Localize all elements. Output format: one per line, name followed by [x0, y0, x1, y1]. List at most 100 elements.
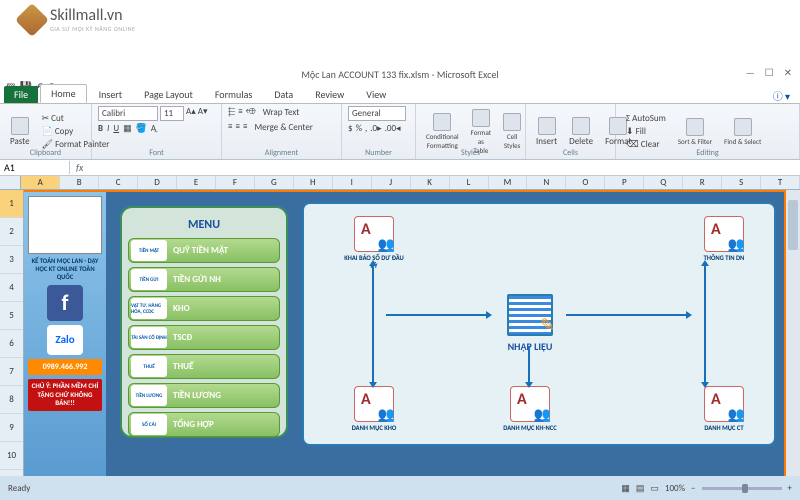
- align-left-button[interactable]: ≡: [228, 121, 232, 134]
- conditional-formatting-button[interactable]: Conditional Formatting: [422, 113, 463, 150]
- underline-button[interactable]: U: [113, 123, 119, 134]
- align-bottom-button[interactable]: ⬲: [246, 106, 256, 119]
- increase-decimal-button[interactable]: .0▸: [370, 123, 381, 134]
- wrap-text-button[interactable]: Wrap Text: [259, 106, 304, 119]
- col-Q[interactable]: Q: [644, 176, 683, 189]
- facebook-icon[interactable]: f: [47, 285, 83, 321]
- col-I[interactable]: I: [333, 176, 372, 189]
- row-1[interactable]: 1: [0, 190, 23, 218]
- menu-item-tien-gui-nh[interactable]: TIỀN GỬITIỀN GỬI NH: [128, 267, 280, 292]
- fx-icon[interactable]: fx: [70, 161, 89, 174]
- menu-item-kho[interactable]: VẬT TƯ, HÀNG HÓA, CCDCKHO: [128, 296, 280, 321]
- bold-button[interactable]: B: [98, 123, 103, 134]
- currency-button[interactable]: $: [348, 123, 353, 134]
- tab-formulas[interactable]: Formulas: [205, 86, 262, 103]
- percent-button[interactable]: %: [356, 123, 362, 134]
- tab-file[interactable]: File: [4, 86, 38, 103]
- row-5[interactable]: 5: [0, 302, 23, 330]
- col-O[interactable]: O: [566, 176, 605, 189]
- col-F[interactable]: F: [216, 176, 255, 189]
- col-A[interactable]: A: [21, 176, 60, 189]
- col-R[interactable]: R: [683, 176, 722, 189]
- col-S[interactable]: S: [722, 176, 761, 189]
- col-C[interactable]: C: [99, 176, 138, 189]
- tab-review[interactable]: Review: [305, 86, 354, 103]
- node-danh-muc-kho[interactable]: DANH MỤC KHO: [344, 386, 404, 432]
- menu-item-tscd[interactable]: TÀI SẢN CỐ ĐỊNHTSCĐ: [128, 325, 280, 350]
- tab-home[interactable]: Home: [40, 84, 86, 103]
- find-select-button[interactable]: Find & Select: [720, 118, 765, 146]
- row-4[interactable]: 4: [0, 274, 23, 302]
- col-K[interactable]: K: [411, 176, 450, 189]
- col-N[interactable]: N: [527, 176, 566, 189]
- col-G[interactable]: G: [255, 176, 294, 189]
- number-format-select[interactable]: General: [348, 106, 406, 121]
- zoom-in-button[interactable]: +: [788, 483, 792, 494]
- col-J[interactable]: J: [372, 176, 411, 189]
- view-normal-button[interactable]: ▦: [621, 483, 630, 494]
- col-D[interactable]: D: [138, 176, 177, 189]
- align-center-button[interactable]: ≡: [235, 121, 239, 134]
- row-2[interactable]: 2: [0, 218, 23, 246]
- tab-data[interactable]: Data: [264, 86, 303, 103]
- font-family-select[interactable]: Calibri: [98, 106, 158, 121]
- menu-item-quy-tien-mat[interactable]: TIỀN MẶTQUỸ TIỀN MẶT: [128, 238, 280, 263]
- vertical-scrollbar[interactable]: [786, 190, 800, 476]
- select-all-button[interactable]: [0, 176, 21, 189]
- col-P[interactable]: P: [605, 176, 644, 189]
- zoom-out-button[interactable]: −: [691, 483, 695, 494]
- node-thong-tin-dn[interactable]: THÔNG TIN DN: [694, 216, 754, 262]
- border-button[interactable]: ▦: [123, 123, 132, 134]
- maximize-button[interactable]: ☐: [765, 66, 774, 79]
- view-break-button[interactable]: ▭: [650, 483, 659, 494]
- minimize-button[interactable]: —: [746, 66, 755, 79]
- row-7[interactable]: 7: [0, 358, 23, 386]
- row-10[interactable]: 10: [0, 442, 23, 470]
- italic-button[interactable]: I: [107, 123, 109, 134]
- autosum-button[interactable]: Σ AutoSum: [622, 112, 670, 125]
- comma-button[interactable]: ,: [365, 123, 367, 134]
- font-grow-button[interactable]: A▴: [186, 106, 196, 121]
- col-E[interactable]: E: [177, 176, 216, 189]
- row-6[interactable]: 6: [0, 330, 23, 358]
- col-B[interactable]: B: [60, 176, 99, 189]
- font-color-button[interactable]: A̲: [151, 123, 156, 134]
- row-9[interactable]: 9: [0, 414, 23, 442]
- delete-cells-button[interactable]: Delete: [565, 117, 597, 147]
- tab-view[interactable]: View: [356, 86, 396, 103]
- fill-button[interactable]: ⬇ Fill: [622, 125, 670, 138]
- font-size-select[interactable]: 11: [160, 106, 184, 121]
- zoom-percent[interactable]: 100%: [665, 483, 685, 494]
- col-L[interactable]: L: [450, 176, 489, 189]
- worksheet-canvas[interactable]: KẾ TOÁN MỘC LAN - DẠY HỌC KT ONLINE TOÀN…: [24, 190, 786, 476]
- zoom-slider[interactable]: [702, 487, 782, 490]
- view-layout-button[interactable]: ▤: [636, 483, 645, 494]
- scrollbar-thumb[interactable]: [788, 200, 798, 250]
- cell-styles-button[interactable]: Cell Styles: [499, 113, 525, 150]
- node-danh-muc-ct[interactable]: DANH MỤC CT: [694, 386, 754, 432]
- paste-button[interactable]: Paste: [6, 117, 34, 147]
- ribbon-help-icon[interactable]: ⓘ ▾: [773, 88, 790, 103]
- align-top-button[interactable]: ⬱: [228, 106, 235, 119]
- menu-item-tong-hop[interactable]: SỔ CÁITỔNG HỢP: [128, 412, 280, 437]
- row-3[interactable]: 3: [0, 246, 23, 274]
- row-8[interactable]: 8: [0, 386, 23, 414]
- zalo-icon[interactable]: Zalo: [47, 325, 83, 355]
- font-shrink-button[interactable]: A▾: [198, 106, 208, 121]
- menu-item-tien-luong[interactable]: TIỀN LƯƠNGTIỀN LƯƠNG: [128, 383, 280, 408]
- node-danh-muc-kh-ncc[interactable]: DANH MỤC KH-NCC: [500, 386, 560, 432]
- menu-item-thue[interactable]: THUẾTHUẾ: [128, 354, 280, 379]
- decrease-decimal-button[interactable]: .00◂: [385, 123, 401, 134]
- tab-page-layout[interactable]: Page Layout: [134, 86, 203, 103]
- merge-center-button[interactable]: Merge & Center: [250, 121, 317, 134]
- align-middle-button[interactable]: ≡: [238, 106, 242, 119]
- col-T[interactable]: T: [761, 176, 800, 189]
- align-right-button[interactable]: ≡: [243, 121, 247, 134]
- insert-cells-button[interactable]: Insert: [532, 117, 561, 147]
- name-box[interactable]: A1: [0, 161, 70, 174]
- fill-color-button[interactable]: 🪣: [136, 123, 147, 134]
- sort-filter-button[interactable]: Sort & Filter: [674, 118, 716, 146]
- col-H[interactable]: H: [294, 176, 333, 189]
- node-nhap-lieu[interactable]: NHẬP LIỆU: [494, 294, 566, 353]
- tab-insert[interactable]: Insert: [89, 86, 133, 103]
